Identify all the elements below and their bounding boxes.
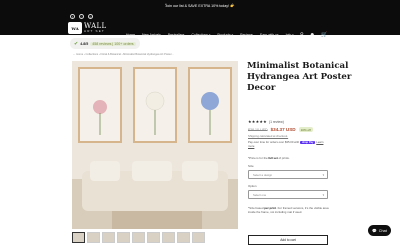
thumbnail[interactable] — [192, 232, 205, 243]
nav-new-arrivals[interactable]: New Arrivals — [142, 33, 161, 37]
add-to-cart-button[interactable]: Add to cart — [248, 235, 328, 245]
thumbnail[interactable] — [147, 232, 160, 243]
chevron-left-icon[interactable]: ‹ — [165, 2, 167, 8]
star-rating-icon: ★★★★★ — [248, 119, 267, 124]
nav-bestsellers[interactable]: Bestsellers — [168, 33, 185, 37]
header-icons: ⚲ ☻ 🛒 — [300, 32, 327, 38]
nav-products[interactable]: Products — [217, 33, 233, 37]
installments-text: Pay over time for orders over $35.00 wit… — [248, 140, 300, 144]
facebook-icon[interactable]: f — [70, 14, 75, 19]
nav-reviews[interactable]: Reviews — [240, 33, 253, 37]
site-header: f ○ p WA WALL ART SET Home New Arrivals … — [0, 11, 400, 38]
compare-price: $38.10 USD — [248, 127, 268, 132]
logo[interactable]: WA WALL ART SET — [68, 22, 106, 34]
price-note-end: of prints. — [278, 156, 290, 160]
reviews-badge[interactable]: ✔ 4.8/5 458 reviews | 100+ orders — [70, 38, 140, 49]
chevron-right-icon[interactable]: › — [232, 2, 234, 8]
breadcrumb[interactable]: ← Home › Collections › Floral & Botanica… — [73, 53, 174, 56]
chat-icon: 💬 — [372, 229, 377, 233]
size-label: Size — [248, 164, 254, 168]
option-select[interactable]: Select one ▾ — [248, 190, 328, 199]
product-title: Minimalist Botanical Hydrangea Art Poste… — [247, 61, 352, 93]
shipping-link[interactable]: Shipping calculated at checkout. — [248, 134, 288, 138]
product-image[interactable] — [72, 61, 238, 229]
instagram-icon[interactable]: ○ — [79, 14, 84, 19]
option-select-value: Select one — [253, 192, 267, 197]
option-label: Option — [248, 184, 257, 188]
logo-word-artset: ART SET — [84, 29, 105, 33]
announcement-bar: ‹ Join our list & SAVE EXTRA 10% today! … — [0, 0, 400, 11]
product-rating[interactable]: ★★★★★ (1 review) — [248, 119, 284, 124]
discount-badge: 10% off — [298, 127, 313, 133]
sale-price: $34.37 USD — [270, 127, 296, 133]
search-icon[interactable]: ⚲ — [300, 32, 304, 38]
reviews-count: 458 reviews | 100+ orders — [90, 41, 136, 46]
price-note: *Price is for the full set of prints. — [248, 156, 290, 160]
account-icon[interactable]: ☻ — [310, 32, 315, 38]
size-select[interactable]: Select a design ▾ — [248, 170, 328, 179]
size-note: *Size based per print. For framed versio… — [248, 206, 332, 215]
judgeme-icon: ✔ — [74, 40, 79, 47]
main-nav: Home New Arrivals Bestsellers Collection… — [126, 33, 294, 37]
social-links: f ○ p — [70, 14, 93, 19]
thumbnail[interactable] — [72, 232, 85, 243]
thumbnail[interactable] — [162, 232, 175, 243]
thumbnail[interactable] — [117, 232, 130, 243]
chat-button[interactable]: 💬 Chat — [368, 225, 391, 236]
thumbnail[interactable] — [87, 232, 100, 243]
thumbnail[interactable] — [132, 232, 145, 243]
shop-pay-logo: shop Pay — [299, 141, 316, 144]
pinterest-icon[interactable]: p — [88, 14, 93, 19]
cart-icon[interactable]: 🛒 — [321, 32, 327, 38]
nav-info[interactable]: Info — [286, 33, 294, 37]
installments-info: Pay over time for orders over $35.00 wit… — [248, 140, 328, 148]
chat-label: Chat — [378, 228, 387, 233]
thumbnail-strip — [72, 232, 205, 243]
size-select-value: Select a design — [253, 172, 273, 177]
thumbnail[interactable] — [177, 232, 190, 243]
price-block: $38.10 USD $34.37 USD 10% off — [248, 127, 313, 133]
chevron-down-icon: ▾ — [322, 172, 324, 177]
thumbnail[interactable] — [102, 232, 115, 243]
chevron-down-icon: ▾ — [322, 192, 324, 197]
logo-mark: WA — [68, 22, 82, 34]
nav-earn[interactable]: Earn with us — [260, 33, 279, 37]
nav-collections[interactable]: Collections — [191, 33, 210, 37]
announcement-text[interactable]: Join our list & SAVE EXTRA 10% today! 👉 — [165, 4, 234, 8]
price-note-bold: full set — [268, 156, 278, 160]
price-note-text: *Price is for the — [248, 156, 268, 160]
nav-home[interactable]: Home — [126, 33, 135, 37]
review-count: (1 review) — [268, 119, 284, 124]
reviews-score: 4.8/5 — [80, 41, 89, 46]
